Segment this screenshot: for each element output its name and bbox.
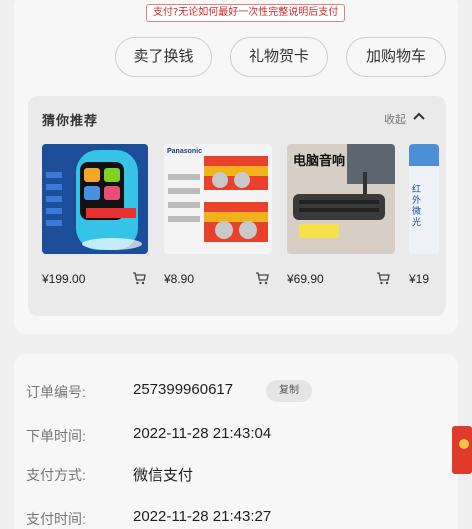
smart-watch-image	[42, 144, 148, 254]
order-time-label: 下单时间:	[26, 428, 86, 444]
product-card-speaker[interactable]: 电脑音响	[287, 144, 395, 254]
product-card-partial[interactable]: 红外微光	[409, 144, 439, 254]
product-card-watch[interactable]	[42, 144, 148, 254]
cart-icon[interactable]	[254, 270, 270, 286]
battery-image	[164, 144, 272, 254]
collapse-button[interactable]: 收起	[384, 111, 406, 127]
product-price: ¥8.90	[164, 272, 195, 286]
payment-method: 微信支付	[133, 467, 194, 484]
cart-icon[interactable]	[375, 270, 391, 286]
product-price: ¥69.90	[287, 272, 324, 286]
sell-button[interactable]: 卖了换钱	[115, 37, 212, 77]
order-number-label: 订单编号:	[26, 384, 86, 400]
payment-method-label: 支付方式:	[26, 467, 86, 483]
payment-time: 2022-11-28 21:43:27	[133, 508, 272, 525]
partial-product-text: 红外微光	[412, 184, 422, 227]
product-price: ¥199.00	[42, 272, 86, 286]
recommend-section: 猜你推荐 收起 Panasonic 电脑音响 红外微光 ¥199.00 ¥8.9…	[28, 96, 446, 316]
add-to-cart-button[interactable]: 加购物车	[346, 37, 446, 77]
order-number: 257399960617	[133, 381, 234, 398]
red-envelope-icon	[452, 426, 472, 474]
gift-card-button[interactable]: 礼物贺卡	[230, 37, 328, 77]
cart-icon[interactable]	[131, 270, 147, 286]
chevron-up-icon[interactable]	[410, 108, 428, 126]
order-time: 2022-11-28 21:43:04	[133, 425, 272, 442]
copy-button[interactable]: 复制	[266, 380, 312, 402]
battery-brand-text: Panasonic	[167, 148, 203, 155]
notice-banner: 支付?无论如何最好一次性完整说明后支付	[146, 4, 346, 22]
recommend-title: 猜你推荐	[42, 113, 99, 128]
product-card-battery[interactable]: Panasonic	[164, 144, 272, 254]
speaker-image-text: 电脑音响	[293, 153, 346, 168]
payment-time-label: 支付时间:	[26, 511, 86, 527]
product-price: ¥19	[409, 272, 430, 286]
